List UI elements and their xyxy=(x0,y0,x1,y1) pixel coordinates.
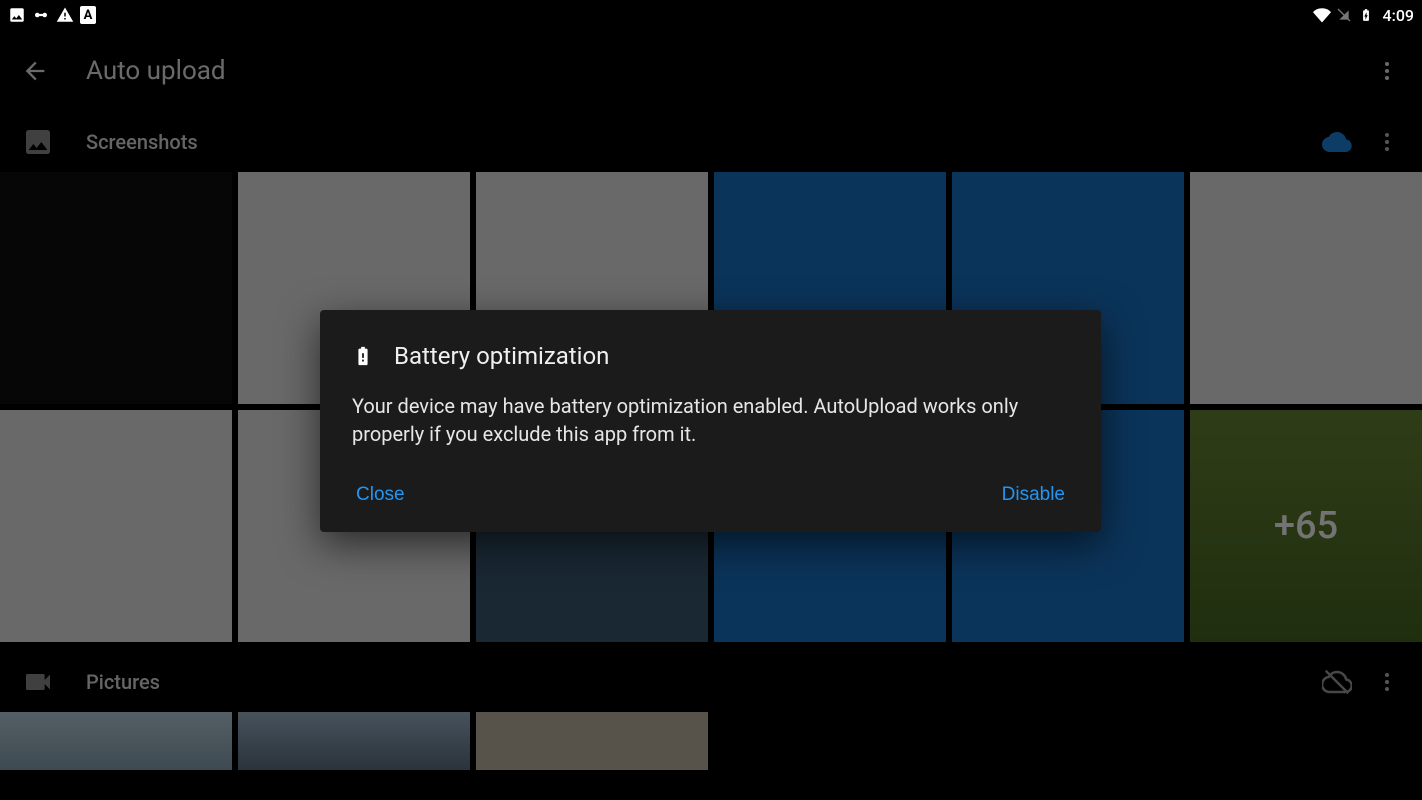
close-button[interactable]: Close xyxy=(352,476,409,514)
dialog-actions: Close Disable xyxy=(352,476,1069,514)
dialog-body: Your device may have battery optimizatio… xyxy=(352,392,1069,448)
no-sim-icon xyxy=(1335,6,1353,24)
warning-icon xyxy=(56,6,74,24)
disable-button[interactable]: Disable xyxy=(998,476,1069,514)
status-clock: 4:09 xyxy=(1383,6,1415,25)
battery-optimization-dialog: Battery optimization Your device may hav… xyxy=(320,310,1101,532)
dialog-header: Battery optimization xyxy=(352,338,1069,374)
wifi-icon xyxy=(1313,6,1331,24)
status-right: 4:09 xyxy=(1313,6,1415,25)
dialog-title: Battery optimization xyxy=(394,342,609,370)
status-left: A xyxy=(8,6,96,24)
battery-charging-icon xyxy=(1357,6,1375,24)
status-bar: A 4:09 xyxy=(0,0,1422,30)
link-icon xyxy=(32,6,50,24)
image-icon xyxy=(8,6,26,24)
font-icon: A xyxy=(80,6,96,24)
battery-alert-icon xyxy=(352,338,374,374)
